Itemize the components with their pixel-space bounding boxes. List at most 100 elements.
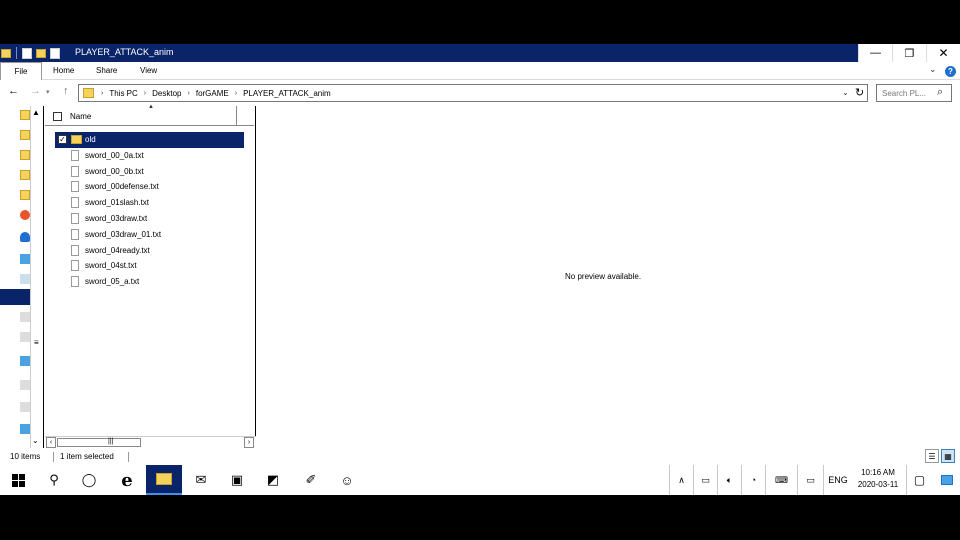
cortana-icon[interactable]: ◯ [72, 465, 106, 495]
recent-locations-chevron-icon[interactable]: ▾ [46, 88, 50, 96]
customize-toolbar-button[interactable] [49, 47, 61, 59]
start-button[interactable] [0, 465, 36, 495]
drive-icon[interactable] [20, 332, 30, 342]
tab-share[interactable]: Share [96, 66, 117, 75]
column-resize-handle[interactable] [236, 106, 237, 126]
quick-access-folder-icon[interactable] [20, 110, 30, 120]
scroll-left-arrow-icon[interactable]: ‹ [46, 437, 56, 448]
list-item[interactable]: sword_01slash.txt [55, 195, 254, 211]
breadcrumb-separator[interactable]: › [144, 90, 146, 97]
search-icon[interactable]: ⌕ [937, 86, 943, 99]
keyboard-icon[interactable]: ⌨ [765, 465, 797, 495]
nav-folder-icon[interactable] [20, 190, 30, 200]
scroll-down-arrow-icon[interactable]: ⌄ [32, 436, 39, 445]
new-folder-button[interactable] [35, 47, 47, 59]
show-hidden-icons-chevron-up-icon[interactable]: ∧ [669, 465, 693, 495]
minimize-button[interactable]: — [858, 44, 892, 62]
select-all-checkbox[interactable] [53, 112, 62, 121]
onedrive-icon[interactable] [20, 232, 30, 242]
column-header: Name ▲ [45, 104, 254, 126]
clock-date: 2020-03-11 [857, 480, 899, 489]
forward-arrow-icon[interactable]: → [30, 85, 41, 97]
large-icons-view-icon[interactable]: ▦ [941, 449, 955, 463]
ime-icon[interactable]: ▭ [797, 465, 823, 495]
show-desktop-button[interactable] [934, 465, 960, 495]
back-arrow-icon[interactable]: ← [8, 85, 19, 97]
close-button[interactable]: ✕ [926, 44, 960, 62]
breadcrumb-player-attack-anim[interactable]: PLAYER_ATTACK_anim [243, 89, 331, 98]
drive-icon[interactable] [20, 402, 30, 412]
breadcrumb-desktop[interactable]: Desktop [152, 89, 181, 98]
file-explorer-taskbar-button[interactable] [146, 465, 182, 495]
mail-icon[interactable]: ✉ [184, 465, 218, 495]
drive-icon[interactable] [20, 356, 30, 366]
edge-icon[interactable]: e [110, 465, 144, 495]
scroll-thumb[interactable]: ||| [57, 438, 141, 447]
drive-icon[interactable] [20, 380, 30, 390]
text-file-icon [71, 244, 79, 256]
drive-icon[interactable] [20, 274, 30, 284]
search-box[interactable]: Search PL... ⌕ [876, 84, 952, 102]
tab-home[interactable]: Home [53, 66, 74, 75]
app-tile-icon[interactable]: ▣ [220, 465, 254, 495]
item-checkbox-checked-icon[interactable]: ✓ [58, 135, 67, 144]
breadcrumb-separator[interactable]: › [101, 90, 103, 97]
column-header-name[interactable]: Name [70, 112, 91, 121]
list-item[interactable]: sword_03draw.txt [55, 211, 254, 227]
list-item[interactable]: ✓ old [55, 132, 254, 148]
breadcrumb-forgame[interactable]: forGAME [196, 89, 229, 98]
help-icon[interactable]: ? [945, 66, 956, 77]
list-item[interactable]: sword_00defense.txt [55, 179, 254, 195]
scroll-up-arrow-icon[interactable]: ▲ [32, 108, 40, 117]
list-item[interactable]: sword_03draw_01.txt [55, 227, 254, 243]
text-file-icon [71, 228, 79, 240]
scroll-right-arrow-icon[interactable]: › [244, 437, 254, 448]
list-item[interactable]: sword_05_a.txt [55, 274, 254, 290]
scroll-grip-icon[interactable]: ≡ [34, 338, 39, 347]
expand-ribbon-chevron-down-icon[interactable]: ⌄ [929, 64, 937, 75]
taskbar: ⚲ ◯ e ✉ ▣ ◩ ✐ ☺ ∧ ▭ 🔈︎ ◔ ⌨ ▭ ENG 10:16 A… [0, 465, 960, 495]
new-folder-icon [36, 48, 46, 58]
nav-folder-icon[interactable] [20, 170, 30, 180]
text-file-icon [71, 276, 79, 288]
nav-selected-item[interactable] [0, 289, 30, 305]
list-item[interactable]: sword_04ready.txt [55, 243, 254, 259]
file-list-vertical-scrollbar[interactable] [244, 126, 255, 436]
language-indicator[interactable]: ENG [823, 465, 852, 495]
refresh-icon[interactable]: ↻ [855, 86, 864, 99]
drive-icon[interactable] [20, 312, 30, 322]
nav-pane-scrollbar[interactable]: ▲ ≡ ⌄ [30, 106, 43, 448]
list-item[interactable]: sword_04st.txt [55, 258, 254, 274]
app-icon[interactable]: ◩ [256, 465, 290, 495]
this-pc-icon[interactable] [20, 254, 30, 264]
battery-icon[interactable]: ▭ [693, 465, 717, 495]
list-item[interactable]: sword_00_0b.txt [55, 164, 254, 180]
app-icon[interactable] [20, 210, 30, 220]
nav-folder-icon[interactable] [20, 150, 30, 160]
search-input[interactable]: Search PL... [882, 89, 926, 98]
network-icon[interactable]: ◔ [741, 465, 765, 495]
nav-folder-icon[interactable] [20, 130, 30, 140]
volume-icon[interactable]: 🔈︎ [717, 465, 741, 495]
details-view-icon[interactable]: ☰ [925, 449, 939, 463]
address-bar[interactable]: › This PC › Desktop › forGAME › PLAYER_A… [78, 84, 868, 102]
breadcrumb-this-pc[interactable]: This PC [109, 89, 137, 98]
search-icon[interactable]: ⚲ [38, 465, 70, 495]
breadcrumb-separator[interactable]: › [235, 90, 237, 97]
file-list-horizontal-scrollbar[interactable]: ‹ ||| › [45, 436, 256, 448]
up-arrow-icon[interactable]: ↑ [63, 85, 69, 97]
clock[interactable]: 10:16 AM 2020-03-11 [852, 467, 904, 491]
app-icon[interactable]: ✐ [294, 465, 328, 495]
maximize-button[interactable]: ❐ [892, 44, 926, 62]
list-item[interactable]: sword_00_0a.txt [55, 148, 254, 164]
notification-icon[interactable]: ▢ [906, 465, 932, 495]
breadcrumb-separator[interactable]: › [188, 90, 190, 97]
address-history-chevron-icon[interactable]: ⌄ [842, 88, 849, 97]
tab-view[interactable]: View [140, 66, 157, 75]
tab-file[interactable]: File [0, 62, 42, 80]
network-icon[interactable] [20, 424, 30, 434]
location-folder-icon [83, 88, 94, 98]
text-file-icon [71, 197, 79, 209]
properties-button[interactable] [21, 47, 33, 59]
user-app-icon[interactable]: ☺ [330, 465, 364, 495]
